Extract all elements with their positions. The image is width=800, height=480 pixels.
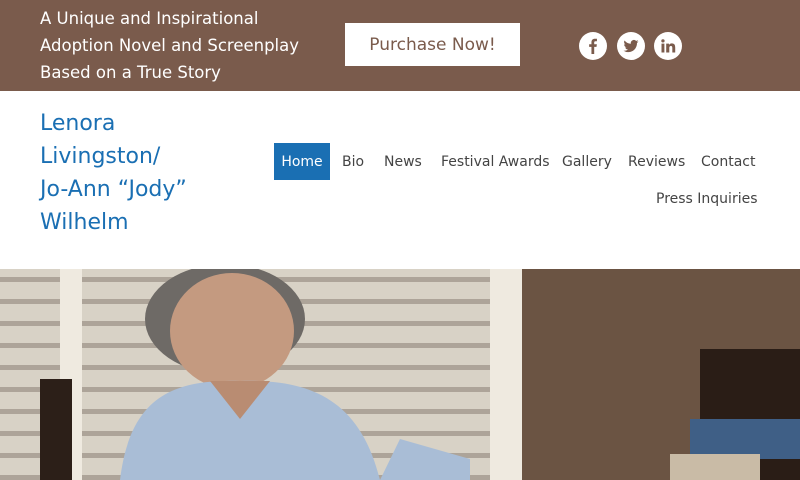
tagline: A Unique and Inspirational Adoption Nove… — [40, 5, 310, 86]
site-title-line-3: Jo-Ann “Jody” — [40, 177, 187, 202]
twitter-link[interactable] — [617, 32, 645, 60]
nav-reviews[interactable]: Reviews — [628, 143, 685, 180]
linkedin-link[interactable] — [654, 32, 682, 60]
nav-contact[interactable]: Contact — [701, 143, 755, 180]
twitter-icon — [623, 39, 639, 53]
nav-press-inquiries[interactable]: Press Inquiries — [656, 180, 758, 217]
hero-image — [0, 269, 800, 480]
facebook-icon — [589, 38, 597, 54]
site-title-line-4: Wilhelm — [40, 210, 129, 235]
linkedin-icon — [661, 39, 676, 53]
nav-festival-awards[interactable]: Festival Awards — [441, 143, 550, 180]
site-title-line-2: Livingston/ — [40, 144, 161, 169]
tagline-line-1: A Unique and Inspirational — [40, 9, 259, 28]
tagline-line-2: Adoption Novel and Screenplay — [40, 36, 300, 55]
nav-gallery[interactable]: Gallery — [562, 143, 612, 180]
top-bar: A Unique and Inspirational Adoption Nove… — [0, 0, 800, 91]
site-header: Lenora Livingston/ Jo-Ann “Jody” Wilhelm… — [0, 91, 800, 269]
nav-news[interactable]: News — [384, 143, 422, 180]
tagline-line-3: Based on a True Story — [40, 63, 221, 82]
facebook-link[interactable] — [579, 32, 607, 60]
site-title-line-1: Lenora — [40, 111, 116, 136]
site-title[interactable]: Lenora Livingston/ Jo-Ann “Jody” Wilhelm — [40, 107, 240, 239]
nav-bio[interactable]: Bio — [342, 143, 364, 180]
purchase-now-button[interactable]: Purchase Now! — [345, 23, 520, 66]
hero-photo — [0, 269, 800, 480]
nav-home[interactable]: Home — [274, 143, 330, 180]
